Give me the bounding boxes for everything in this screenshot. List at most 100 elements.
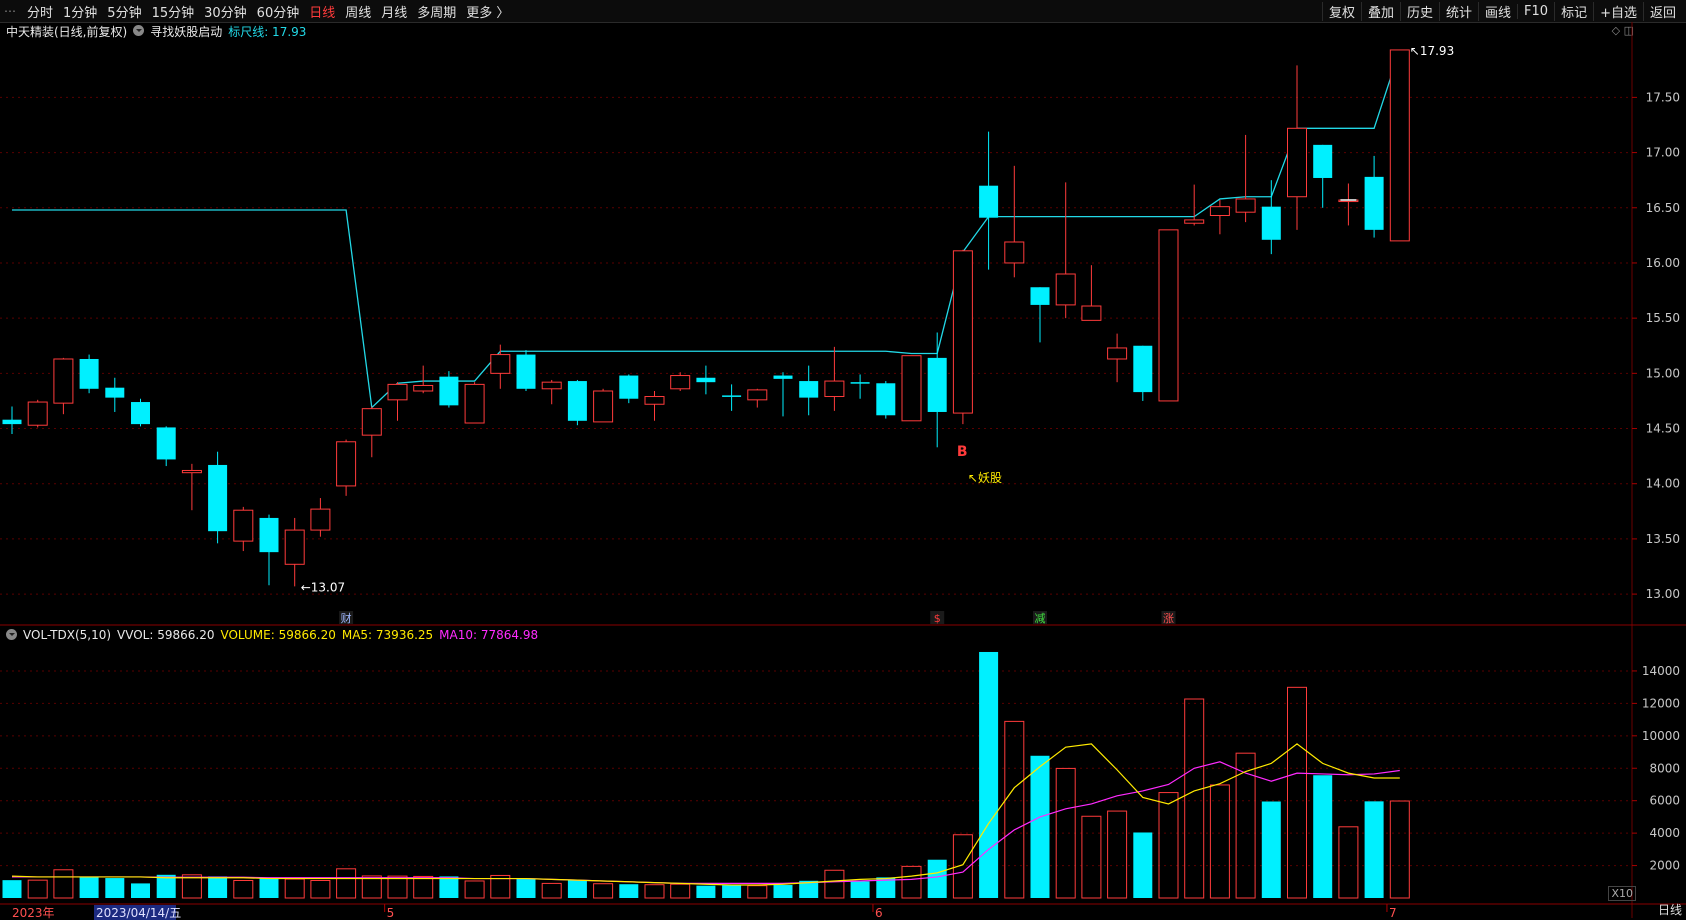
candle-body xyxy=(1133,345,1153,393)
volume-bar xyxy=(1389,800,1410,899)
ruler-line xyxy=(12,49,1401,409)
candle-body xyxy=(259,517,279,553)
candle-body xyxy=(979,185,999,218)
ma10-line xyxy=(12,761,1400,885)
event-marker: 财 xyxy=(341,611,352,625)
candle-body xyxy=(927,357,947,412)
volume-bar xyxy=(722,885,742,898)
candle-body xyxy=(2,419,22,425)
candle-body xyxy=(541,381,562,390)
volume-bar xyxy=(464,880,485,899)
candle-body xyxy=(567,381,587,421)
candle-body xyxy=(1184,219,1205,224)
volume-axis-label: 14000 xyxy=(1642,664,1680,678)
volume-bar xyxy=(567,880,587,898)
volume-unit-badge: X10 xyxy=(1608,886,1636,901)
candle-body xyxy=(387,383,408,401)
volume-bar xyxy=(1081,815,1102,899)
volume-bar xyxy=(1313,775,1333,898)
volume-bar xyxy=(131,883,150,898)
price-axis-label: 15.00 xyxy=(1646,366,1680,380)
volume-bar xyxy=(53,869,74,899)
candle-body xyxy=(1158,229,1179,402)
month-label: 7 xyxy=(1389,906,1397,920)
volume-bar xyxy=(979,651,999,898)
candle-body xyxy=(79,358,99,389)
kline-chart[interactable]: 17.50 17.00 16.50 16.00 15.50 15.00 14.50 14.00… xyxy=(0,0,1686,920)
volume-bar xyxy=(208,876,228,898)
yaogu-signal-label: ↖妖股 xyxy=(968,471,1002,485)
volume-bar xyxy=(824,869,845,899)
candle-body xyxy=(696,377,716,383)
volume-bar xyxy=(1030,755,1050,898)
year-label: 2023年 xyxy=(12,906,55,920)
volume-bar xyxy=(1364,801,1384,898)
candle-body xyxy=(824,380,845,398)
volume-bar xyxy=(516,878,536,898)
volume-bar xyxy=(284,878,305,899)
candle-body xyxy=(1004,241,1025,264)
volume-bar xyxy=(361,875,382,899)
candle-body xyxy=(876,383,896,416)
candle-body xyxy=(310,508,331,531)
price-axis-label: 17.00 xyxy=(1646,146,1680,160)
volume-bar xyxy=(233,879,254,899)
candle-body xyxy=(131,402,150,425)
candle-body xyxy=(1030,287,1050,305)
event-marker: 涨 xyxy=(1163,612,1174,625)
volume-bar xyxy=(1338,826,1359,899)
candle-body xyxy=(722,395,742,397)
candle-body xyxy=(53,358,74,404)
volume-bar xyxy=(27,879,48,899)
volume-axis-label: 10000 xyxy=(1642,729,1680,743)
volume-bar xyxy=(310,879,331,899)
price-axis-label: 17.50 xyxy=(1646,90,1680,104)
candle-body xyxy=(490,354,511,374)
bottom-period-tab[interactable]: 日线 xyxy=(1658,901,1682,918)
candle-body xyxy=(799,381,819,398)
candle-body xyxy=(619,375,639,399)
candle-body xyxy=(1313,144,1333,178)
candle-body xyxy=(105,387,125,398)
volume-bar xyxy=(387,875,408,899)
month-label: 5 xyxy=(387,906,395,920)
event-marker: 减 xyxy=(1035,612,1046,625)
volume-axis-label: 4000 xyxy=(1649,826,1680,840)
candle-body xyxy=(901,355,922,422)
candle-body xyxy=(1287,127,1307,198)
volume-bar xyxy=(927,859,947,898)
candle-body xyxy=(1235,198,1256,213)
volume-bar xyxy=(1055,767,1076,899)
volume-bar xyxy=(1158,792,1179,899)
volume-bar xyxy=(1209,784,1230,899)
candle-body xyxy=(952,250,973,414)
selected-date-label: 2023/04/14/五 xyxy=(96,906,181,920)
candle-body xyxy=(1364,176,1384,230)
candle-body xyxy=(413,384,434,392)
volume-bar xyxy=(1287,686,1307,899)
buy-signal-label: B xyxy=(957,444,968,460)
candle-body xyxy=(1107,347,1128,360)
candle-body xyxy=(336,441,357,487)
candle-body xyxy=(773,375,793,379)
candle-body xyxy=(1055,273,1076,306)
low-price-label: ←13.07 xyxy=(301,580,345,594)
volume-bar xyxy=(747,885,768,899)
price-axis-label: 14.50 xyxy=(1646,422,1680,436)
candle-body xyxy=(670,375,691,390)
volume-bar xyxy=(696,885,716,898)
volume-bar xyxy=(1133,832,1153,898)
price-axis-label: 14.00 xyxy=(1646,477,1680,491)
volume-bar xyxy=(439,876,459,898)
price-axis-label: 13.50 xyxy=(1646,532,1680,546)
volume-bar xyxy=(619,884,639,898)
candle-body xyxy=(644,396,665,405)
price-axis-label: 15.50 xyxy=(1646,311,1680,325)
volume-bar xyxy=(593,883,614,899)
candle-body xyxy=(1389,49,1410,242)
price-axis-label: 13.00 xyxy=(1646,587,1680,601)
candle-body xyxy=(593,390,614,423)
price-axis-label: 16.00 xyxy=(1646,256,1680,270)
candle-body xyxy=(516,354,536,389)
volume-bar xyxy=(901,865,922,899)
